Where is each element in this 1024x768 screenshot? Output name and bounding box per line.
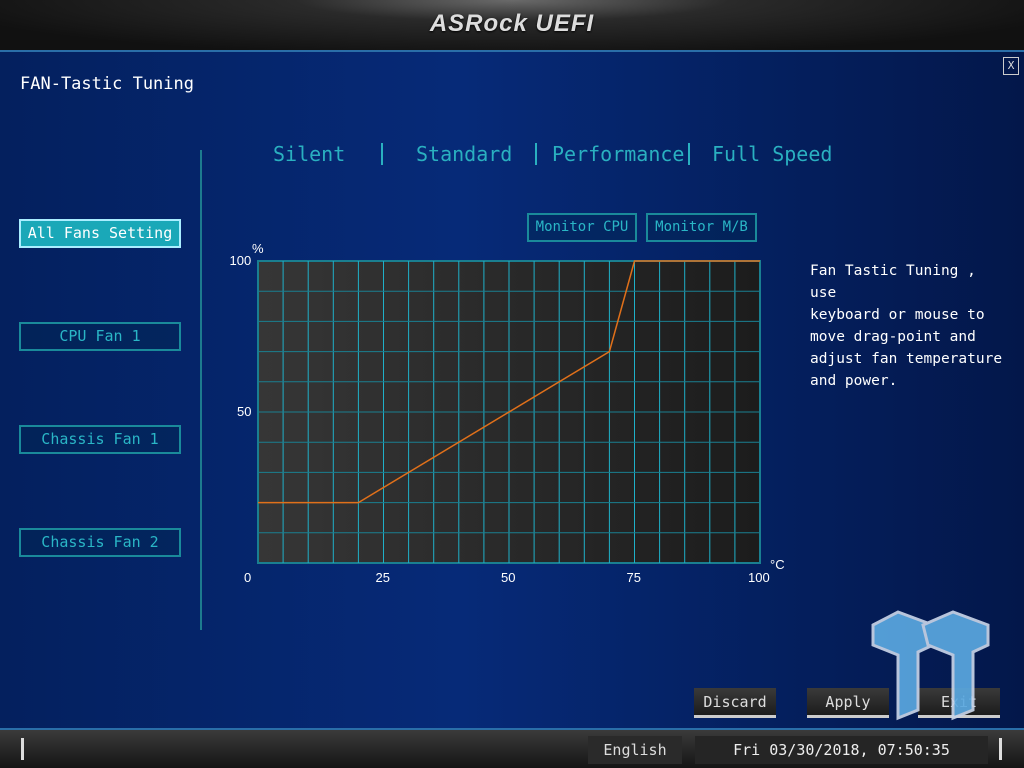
y-tick-label: 100 (229, 253, 252, 268)
y-tick-label: 50 (237, 404, 252, 419)
x-tick-label: 50 (501, 570, 516, 585)
x-tick-label: 100 (748, 570, 770, 585)
date-time: Fri 03/30/2018, 07:50:35 (695, 736, 988, 764)
status-bar-edge (21, 738, 24, 760)
y-axis-label: % (252, 241, 264, 256)
x-tick-label: 75 (626, 570, 641, 585)
x-axis-label: °C (770, 557, 785, 572)
x-tick-label: 0 (244, 570, 252, 585)
x-tick-label: 25 (375, 570, 390, 585)
language-selector[interactable]: English (588, 736, 682, 764)
status-bar-edge (999, 738, 1002, 760)
discard-button[interactable]: Discard (694, 688, 776, 718)
watermark-logo-icon (871, 610, 990, 721)
